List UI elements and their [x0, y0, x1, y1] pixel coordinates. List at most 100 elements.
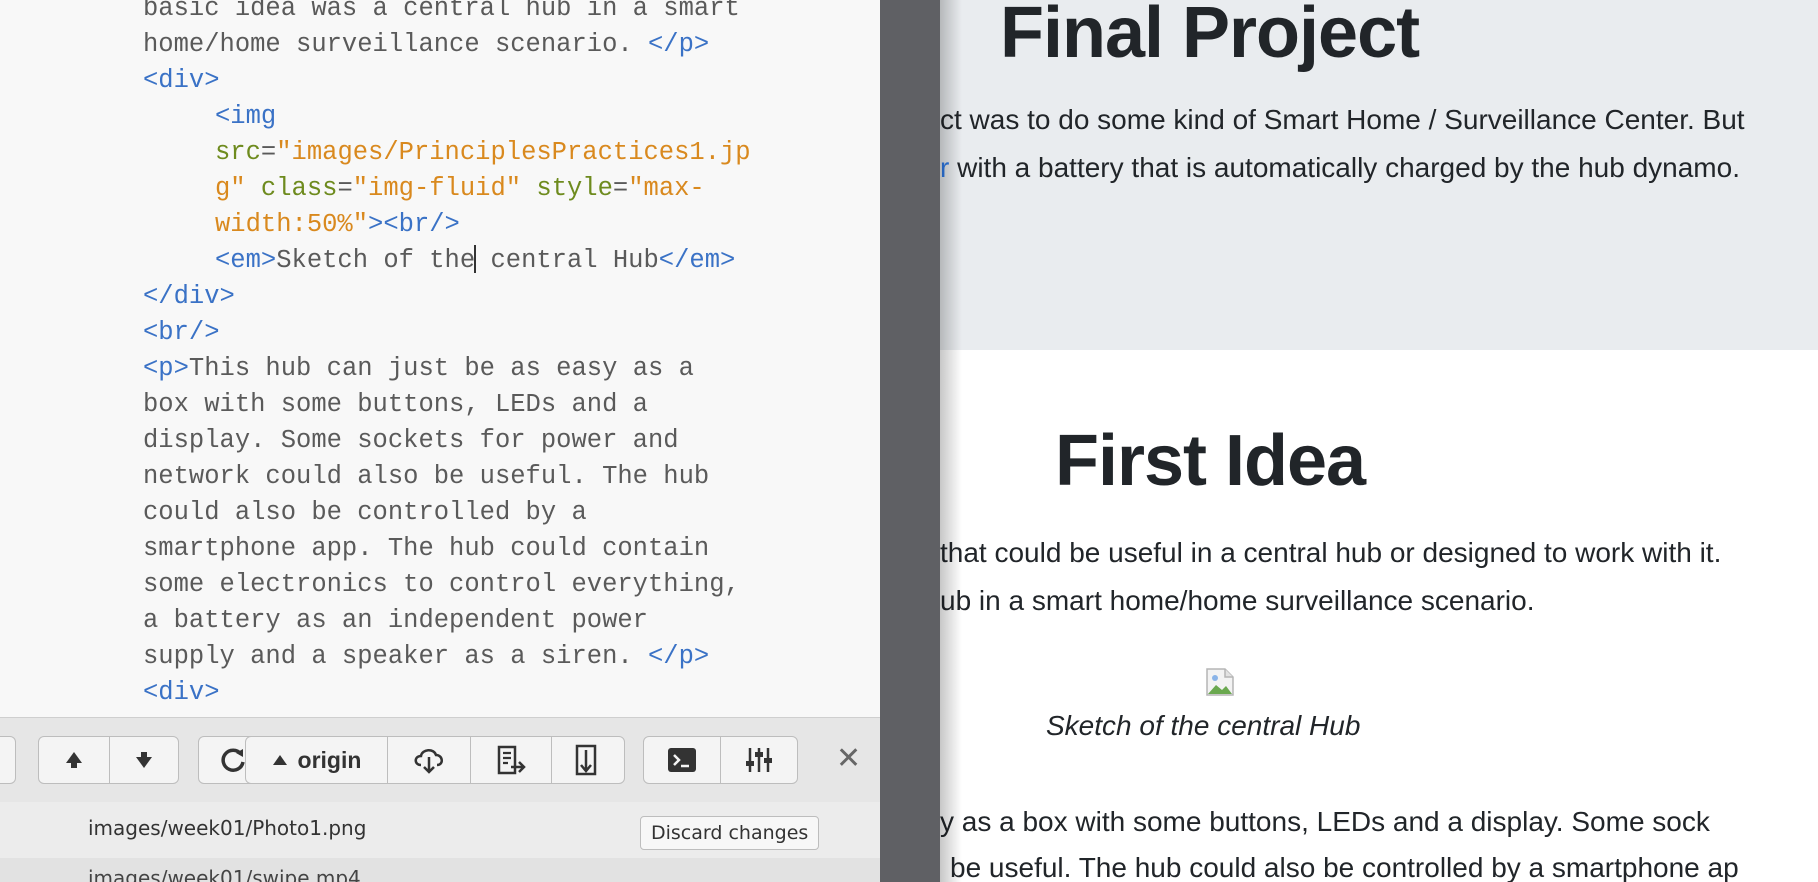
- code-text: smartphone app. The hub could contain: [143, 534, 710, 563]
- code-text: could also be controlled by a: [143, 498, 587, 527]
- code-line[interactable]: some electronics to control everything,: [143, 567, 873, 603]
- refresh-icon: [221, 748, 245, 772]
- idea-text: ub in a smart home/home surveillance sce…: [940, 585, 1535, 616]
- section-title: First Idea: [1055, 421, 1366, 501]
- code-line[interactable]: </div>: [143, 279, 873, 315]
- code-text: Sketch of the: [276, 246, 476, 275]
- code-text: central Hub: [475, 246, 659, 275]
- code-tag: <img: [215, 102, 277, 131]
- branch-label: origin: [297, 746, 362, 773]
- code-text: a battery as an independent power: [143, 606, 648, 635]
- cloud-download-icon: [414, 749, 443, 774]
- code-text: =: [337, 174, 353, 203]
- image-caption: Sketch of the central Hub: [1046, 710, 1361, 741]
- push-button[interactable]: [470, 736, 552, 784]
- pane-divider[interactable]: [880, 0, 940, 882]
- code-text: box with some buttons, LEDs and a: [143, 390, 648, 419]
- fetch-button[interactable]: [387, 736, 471, 784]
- code-string: width:50%": [215, 210, 369, 239]
- code-text: basic idea was a central hub in a smart: [143, 0, 740, 23]
- discard-changes-button[interactable]: Discard changes: [640, 816, 820, 850]
- code-tag: <br/>: [143, 318, 220, 347]
- code-line[interactable]: home/home surveillance scenario. </p>: [143, 27, 873, 63]
- code-string: "images/PrinciplesPractices1.jp: [276, 138, 751, 167]
- code-text: =: [260, 138, 277, 167]
- code-line[interactable]: <div>: [143, 63, 873, 99]
- code-text: supply and a speaker as a siren.: [143, 642, 648, 671]
- code-string: "img-fluid": [352, 174, 522, 203]
- code-line[interactable]: <em>Sketch of the central Hub</em>: [143, 243, 873, 279]
- code-line[interactable]: <img: [143, 99, 873, 135]
- code-tag: <div>: [143, 66, 220, 95]
- code-string: "max-: [628, 174, 705, 203]
- code-tag: ><br/>: [368, 210, 460, 239]
- changed-file-name[interactable]: images/week01/swipe.mp4: [88, 866, 361, 882]
- intro-text: with a battery that is automatically cha…: [949, 152, 1740, 183]
- arrow-up-icon: [66, 752, 82, 768]
- body-text: be useful. The hub could also be control…: [950, 852, 1739, 882]
- code-tag: <div>: [143, 678, 220, 707]
- code-line[interactable]: a battery as an independent power: [143, 603, 873, 639]
- arrow-down-icon: [136, 752, 152, 768]
- code-string: g": [215, 174, 246, 203]
- terminal-button[interactable]: [643, 736, 721, 784]
- code-tag: <em>: [215, 246, 277, 275]
- code-line[interactable]: display. Some sockets for power and: [143, 423, 873, 459]
- caret-up-icon: [272, 755, 287, 765]
- code-content[interactable]: basic idea was a central hub in a smart h…: [143, 0, 873, 711]
- code-tag: <p>: [143, 354, 189, 383]
- code-tag: </div>: [143, 282, 235, 311]
- pull-icon: [575, 744, 597, 776]
- move-up-button[interactable]: [38, 736, 110, 784]
- code-text: display. Some sockets for power and: [143, 426, 679, 455]
- code-line[interactable]: src="images/PrinciplesPractices1.jp: [143, 135, 873, 171]
- settings-sliders-icon: [746, 748, 772, 772]
- broken-image-icon: [1206, 668, 1234, 696]
- code-line[interactable]: supply and a speaker as a siren. </p>: [143, 639, 873, 675]
- code-line[interactable]: network could also be useful. The hub: [143, 459, 873, 495]
- toolbar-button-partial[interactable]: [0, 736, 16, 784]
- code-line[interactable]: <p>This hub can just be as easy as a: [143, 351, 873, 387]
- code-line[interactable]: g" class="img-fluid" style="max-: [143, 171, 873, 207]
- pull-button[interactable]: [551, 736, 625, 784]
- push-icon: [497, 745, 526, 775]
- page-title: Final Project: [1000, 0, 1420, 73]
- pane-shadow: [940, 0, 962, 882]
- code-editor[interactable]: basic idea was a central hub in a smart h…: [0, 0, 880, 882]
- changed-file-row[interactable]: images/week01/swipe.mp4: [0, 858, 880, 882]
- code-line[interactable]: <br/>: [143, 315, 873, 351]
- code-line[interactable]: <div>: [143, 675, 873, 711]
- code-line[interactable]: width:50%"><br/>: [143, 207, 873, 243]
- changed-file-row[interactable]: images/week01/Photo1.png Discard changes: [0, 802, 880, 858]
- code-text: This hub can just be as easy as a: [188, 354, 694, 383]
- code-line[interactable]: box with some buttons, LEDs and a: [143, 387, 873, 423]
- code-text: network could also be useful. The hub: [143, 462, 710, 491]
- code-attribute: src: [215, 138, 261, 167]
- code-text: some electronics to control everything,: [143, 570, 740, 599]
- changed-file-name[interactable]: images/week01/Photo1.png: [88, 816, 366, 840]
- code-attribute: class: [260, 174, 338, 203]
- settings-button[interactable]: [720, 736, 798, 784]
- body-text: y as a box with some buttons, LEDs and a…: [940, 806, 1710, 837]
- code-line[interactable]: smartphone app. The hub could contain: [143, 531, 873, 567]
- html-preview: Final Project ct was to do some kind of …: [940, 0, 1818, 882]
- code-tag: </em>: [658, 246, 736, 275]
- branch-origin-button[interactable]: origin: [245, 736, 388, 784]
- code-line[interactable]: basic idea was a central hub in a smart: [143, 0, 873, 27]
- intro-text: ct was to do some kind of Smart Home / S…: [940, 104, 1745, 135]
- code-tag: </p>: [647, 642, 710, 671]
- code-tag: </p>: [647, 30, 710, 59]
- intro-text-line-2: r with a battery that is automatically c…: [940, 152, 1740, 184]
- code-attribute: style: [536, 174, 613, 203]
- idea-text: that could be useful in a central hub or…: [940, 537, 1722, 568]
- code-text: =: [612, 174, 629, 203]
- code-line[interactable]: could also be controlled by a: [143, 495, 873, 531]
- close-icon[interactable]: ✕: [836, 744, 861, 774]
- code-text: home/home surveillance scenario.: [143, 30, 648, 59]
- jumbotron: Final Project ct was to do some kind of …: [940, 0, 1818, 350]
- move-down-button[interactable]: [109, 736, 179, 784]
- git-toolbar: origin ✕: [0, 717, 880, 803]
- terminal-icon: [668, 748, 696, 772]
